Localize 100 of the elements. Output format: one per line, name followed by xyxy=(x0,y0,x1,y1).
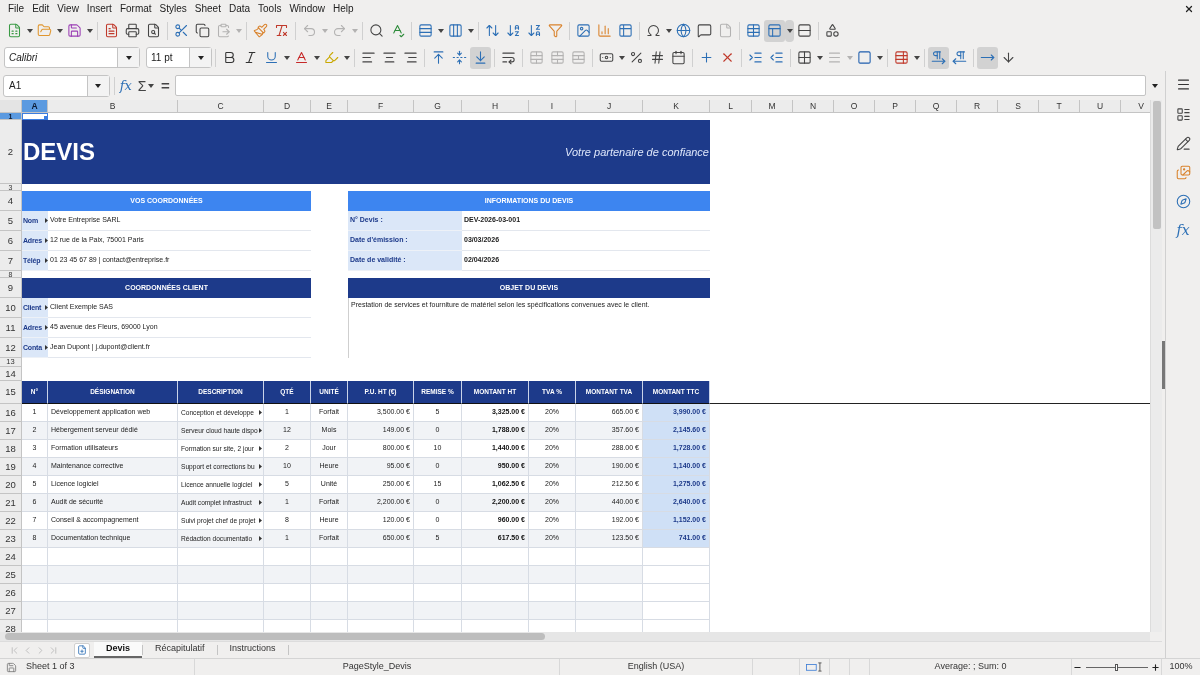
row-header[interactable]: 26 xyxy=(0,584,22,602)
banknote-icon xyxy=(599,50,614,65)
row-header[interactable]: 11 xyxy=(0,318,22,338)
menu-item[interactable]: View xyxy=(53,1,83,16)
column-header[interactable]: M xyxy=(752,100,793,113)
row-header[interactable]: 24 xyxy=(0,548,22,566)
column-header[interactable]: Q xyxy=(916,100,957,113)
menu-item[interactable]: Data xyxy=(224,1,255,16)
row-header[interactable]: 7 xyxy=(0,251,22,271)
column-header[interactable]: A xyxy=(22,100,48,113)
text-direction-horizontal-button[interactable] xyxy=(977,46,998,69)
name-box[interactable]: A1 xyxy=(3,74,110,97)
bold-icon xyxy=(222,50,237,65)
menu-item[interactable]: Sheet xyxy=(190,1,225,16)
wrap-text-icon xyxy=(501,50,516,65)
sum-button[interactable]: Σ xyxy=(135,75,157,96)
row-header[interactable]: 12 xyxy=(0,338,22,358)
row-header[interactable]: 18 xyxy=(0,440,22,458)
column-header[interactable]: B xyxy=(48,100,178,113)
column-header[interactable]: L xyxy=(710,100,752,113)
formula-input[interactable] xyxy=(175,75,1146,96)
row-header[interactable]: 28 xyxy=(0,620,22,632)
row-header[interactable]: 5 xyxy=(0,211,22,231)
column-header[interactable]: N xyxy=(793,100,834,113)
row-header[interactable]: 9 xyxy=(0,278,22,298)
menu-item[interactable]: Window xyxy=(285,1,329,16)
menu-item[interactable]: Insert xyxy=(82,1,116,16)
zoom-slider[interactable] xyxy=(1085,663,1148,671)
row-header[interactable]: 14 xyxy=(0,367,22,381)
menu-item[interactable]: File xyxy=(4,1,29,16)
align-right-icon xyxy=(403,50,418,65)
caret-icon xyxy=(321,28,328,33)
row-header[interactable]: 23 xyxy=(0,530,22,548)
functions-button[interactable]: fx xyxy=(1172,219,1194,241)
column-header[interactable]: F xyxy=(348,100,414,113)
bar-chart-icon xyxy=(597,23,612,38)
menu-item[interactable]: Format xyxy=(115,1,156,16)
column-header[interactable]: C xyxy=(178,100,264,113)
zoom-in-button[interactable] xyxy=(1150,661,1161,673)
caret-icon xyxy=(913,55,920,60)
row-header[interactable]: 19 xyxy=(0,458,22,476)
column-header[interactable]: T xyxy=(1039,100,1080,113)
left-to-right-button[interactable] xyxy=(928,46,949,69)
dropdown-button[interactable] xyxy=(785,19,794,42)
sheet-position: Sheet 1 of 3 xyxy=(25,660,75,674)
sort-z-a-icon xyxy=(527,23,542,38)
sheet-tab[interactable]: Devis xyxy=(94,642,143,658)
row-header[interactable]: 10 xyxy=(0,298,22,318)
font-name-box[interactable]: Calibri xyxy=(4,47,140,68)
menu-item[interactable]: Edit xyxy=(28,1,54,16)
spreadsheet-icon xyxy=(7,23,22,38)
table-icon xyxy=(618,23,633,38)
freeze-rows-columns-button[interactable] xyxy=(764,19,785,42)
font-size-box[interactable]: 11 pt xyxy=(146,47,212,68)
row-header[interactable]: 2 xyxy=(0,120,22,184)
add-sheet-button[interactable] xyxy=(74,642,90,658)
column-header[interactable]: G xyxy=(414,100,462,113)
align-bottom-button[interactable] xyxy=(470,46,491,69)
menu-item[interactable]: Styles xyxy=(155,1,191,16)
row-header[interactable]: 16 xyxy=(0,404,22,422)
row-header[interactable]: 25 xyxy=(0,566,22,584)
selection-summary: Average: ; Sum: 0 xyxy=(934,660,1007,674)
row-header[interactable]: 6 xyxy=(0,231,22,251)
equals-button[interactable]: = xyxy=(158,75,173,96)
column-header[interactable]: K xyxy=(643,100,710,113)
column-header[interactable]: U xyxy=(1080,100,1121,113)
caret-icon xyxy=(235,28,242,33)
zoom-slider-thumb[interactable] xyxy=(1115,663,1118,671)
row-header[interactable]: 17 xyxy=(0,422,22,440)
function-wizard-button[interactable]: fx xyxy=(117,75,134,96)
menu-item[interactable]: Tools xyxy=(254,1,286,16)
active-cell[interactable] xyxy=(22,113,48,120)
row-header[interactable]: 15 xyxy=(0,381,22,404)
folder-icon xyxy=(37,23,52,38)
table-cell xyxy=(414,548,462,566)
menu-item[interactable]: Help xyxy=(329,1,358,16)
sheet-tab[interactable]: Récapitulatif xyxy=(143,642,217,658)
vertical-scrollbar[interactable] xyxy=(1150,100,1162,632)
row-header[interactable]: 20 xyxy=(0,476,22,494)
row-header[interactable]: 22 xyxy=(0,512,22,530)
column-header[interactable]: S xyxy=(998,100,1039,113)
scrollbar-thumb[interactable] xyxy=(5,633,545,640)
scrollbar-thumb[interactable] xyxy=(1152,101,1161,229)
table-cell xyxy=(348,566,414,584)
column-header[interactable]: D xyxy=(264,100,311,113)
column-header[interactable]: P xyxy=(875,100,916,113)
column-header[interactable]: O xyxy=(834,100,875,113)
rectangle-cursor-icon[interactable] xyxy=(805,662,824,672)
sidebar-resize-handle[interactable] xyxy=(1162,340,1165,389)
column-header[interactable]: H xyxy=(462,100,529,113)
row-header[interactable]: 21 xyxy=(0,494,22,512)
column-header[interactable]: J xyxy=(576,100,643,113)
column-header[interactable]: E xyxy=(311,100,348,113)
horizontal-scrollbar[interactable] xyxy=(0,632,1150,641)
sheet-tab[interactable]: Instructions xyxy=(217,642,288,658)
column-header[interactable]: I xyxy=(529,100,576,113)
row-header[interactable]: 27 xyxy=(0,602,22,620)
column-header[interactable]: V xyxy=(1121,100,1150,113)
column-header[interactable]: R xyxy=(957,100,998,113)
row-header[interactable]: 4 xyxy=(0,191,22,211)
